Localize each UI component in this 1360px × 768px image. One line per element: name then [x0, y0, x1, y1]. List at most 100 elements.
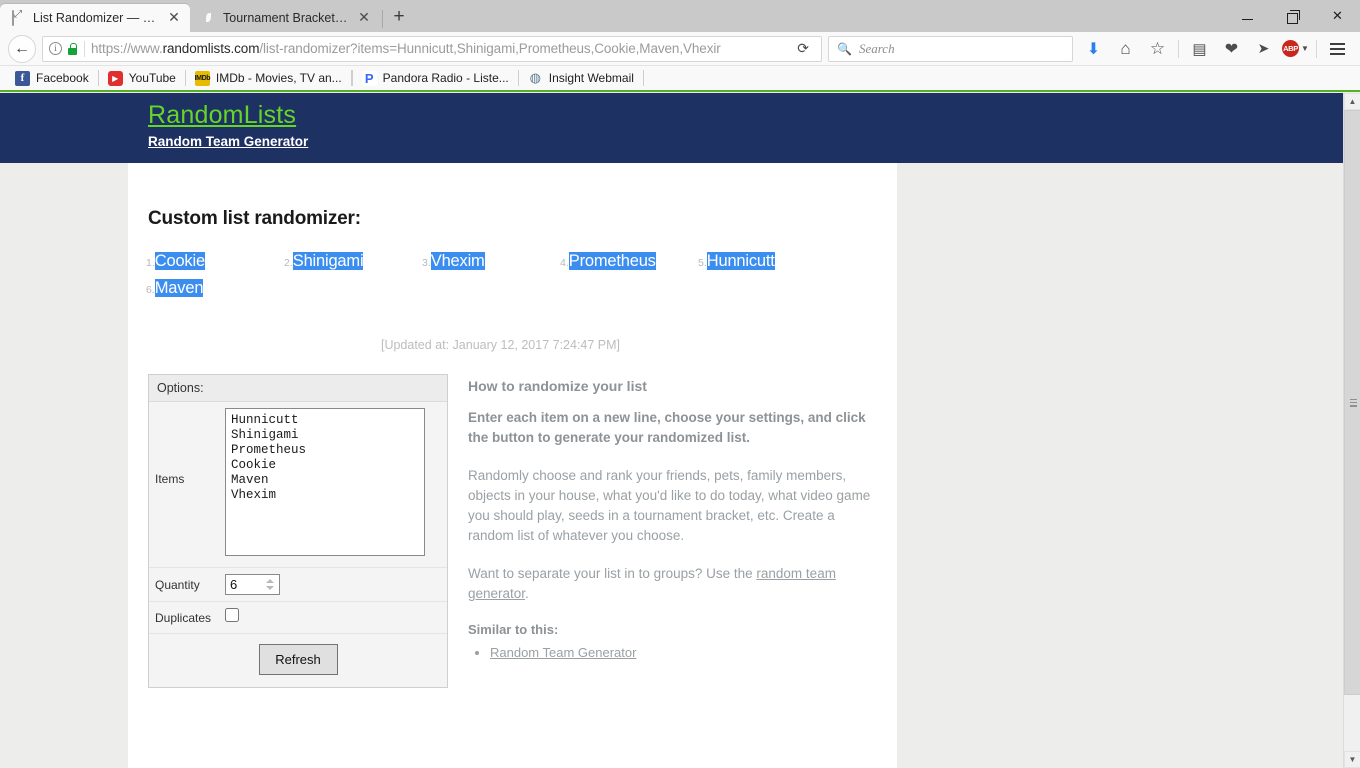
nav-random-team-generator[interactable]: Random Team Generator	[148, 134, 308, 149]
options-panel: Options: Items Hunnicutt Shinigami Prome…	[148, 374, 448, 688]
bookmark-label: IMDb - Movies, TV an...	[216, 71, 342, 85]
tab-title: Tournament Bracket Gene...	[223, 11, 349, 25]
back-button[interactable]: ←	[8, 35, 36, 63]
help-section: How to randomize your list Enter each it…	[468, 374, 880, 688]
page-scrollbar[interactable]: ▲ ▼	[1343, 93, 1360, 768]
facebook-icon: f	[15, 71, 30, 86]
tab-list-randomizer[interactable]: List Randomizer — Just pa... ✕	[0, 4, 190, 32]
result-number: 3.	[422, 257, 431, 269]
items-input[interactable]: Hunnicutt Shinigami Prometheus Cookie Ma…	[225, 408, 425, 556]
chevron-down-icon: ▼	[1301, 44, 1309, 53]
result-name: Hunnicutt	[707, 252, 775, 270]
browser-search-bar[interactable]: 🔍 Search	[828, 36, 1073, 62]
address-bar[interactable]: i https://www.randomlists.com/list-rando…	[42, 36, 822, 62]
results-row: 6.Maven	[146, 279, 868, 298]
menu-icon[interactable]	[1323, 35, 1352, 63]
bookmark-imdb[interactable]: IMDb IMDb - Movies, TV an...	[186, 67, 351, 89]
bookmark-label: Facebook	[36, 71, 89, 85]
updated-timestamp: [Updated at: January 12, 2017 7:24:47 PM…	[128, 338, 873, 352]
bookmark-pandora[interactable]: P Pandora Radio - Liste...	[353, 67, 518, 89]
library-icon[interactable]: ▤	[1185, 35, 1214, 63]
bookmark-youtube[interactable]: ▶ YouTube	[99, 67, 185, 89]
hamburger-glyph	[1330, 43, 1345, 55]
document-icon	[12, 11, 26, 25]
options-footer: Refresh	[149, 634, 447, 687]
duplicates-field	[225, 602, 239, 633]
page-info-icon[interactable]: i	[49, 42, 62, 55]
lower-section: Options: Items Hunnicutt Shinigami Prome…	[128, 352, 897, 688]
tab-close-icon[interactable]: ✕	[166, 10, 182, 26]
send-tab-icon[interactable]: ➤	[1249, 35, 1278, 63]
tab-divider	[382, 10, 383, 28]
pandora-icon: P	[362, 71, 377, 86]
help-groups-prefix: Want to separate your list in to groups?…	[468, 566, 756, 581]
adblock-plus-icon[interactable]: ABP ▼	[1281, 35, 1310, 63]
help-body: Randomly choose and rank your friends, p…	[468, 466, 880, 546]
toolbar-icons: ⬇ ⌂ ☆ ▤ ❤ ➤ ABP ▼	[1079, 35, 1352, 63]
tab-close-icon[interactable]: ✕	[356, 10, 372, 26]
options-row-quantity: Quantity	[149, 568, 447, 602]
url-text: https://www.randomlists.com/list-randomi…	[91, 41, 785, 56]
result-item: 5.Hunnicutt	[698, 252, 836, 271]
lock-icon	[67, 42, 78, 55]
similar-heading: Similar to this:	[468, 622, 880, 637]
site-identity[interactable]: i	[49, 42, 78, 55]
home-icon[interactable]: ⌂	[1111, 35, 1140, 63]
new-tab-button[interactable]: +	[385, 4, 413, 32]
options-header: Options:	[149, 375, 447, 402]
bookmark-star-icon[interactable]: ☆	[1143, 35, 1172, 63]
pocket-icon[interactable]: ❤	[1217, 35, 1246, 63]
download-icon[interactable]: ⬇	[1079, 35, 1108, 63]
tab-tournament-bracket[interactable]: Tournament Bracket Gene... ✕	[190, 4, 380, 32]
minimize-button[interactable]	[1225, 0, 1270, 32]
help-groups-suffix: .	[525, 586, 529, 601]
result-item: 3.Vhexim	[422, 252, 560, 271]
flame-icon	[202, 11, 216, 25]
bookmark-insight-webmail[interactable]: ◍ Insight Webmail	[519, 67, 643, 89]
duplicates-label: Duplicates	[149, 611, 225, 625]
result-number: 1.	[146, 257, 155, 269]
result-item: 2.Shinigami	[284, 252, 422, 271]
scroll-down-icon[interactable]: ▼	[1344, 751, 1360, 768]
youtube-icon: ▶	[108, 71, 123, 86]
browser-window: List Randomizer — Just pa... ✕ Tournamen…	[0, 0, 1360, 768]
duplicates-checkbox[interactable]	[225, 608, 239, 622]
help-lead: Enter each item on a new line, choose yo…	[468, 408, 880, 448]
bookmarks-toolbar: f Facebook ▶ YouTube IMDb IMDb - Movies,…	[0, 66, 1360, 92]
search-placeholder: Search	[859, 41, 895, 57]
search-icon: 🔍	[837, 42, 852, 56]
result-item: 6.Maven	[146, 279, 284, 298]
site-branding: RandomLists Random Team Generator	[148, 101, 308, 149]
toolbar-divider	[1316, 40, 1317, 58]
result-name: Cookie	[155, 252, 205, 270]
tab-strip: List Randomizer — Just pa... ✕ Tournamen…	[0, 0, 1360, 32]
options-row-duplicates: Duplicates	[149, 602, 447, 634]
result-name: Vhexim	[431, 252, 485, 270]
bookmark-facebook[interactable]: f Facebook	[6, 67, 98, 89]
scroll-up-icon[interactable]: ▲	[1344, 93, 1360, 110]
scrollbar-grip	[1350, 399, 1357, 407]
url-domain: randomlists.com	[163, 41, 260, 56]
toolbar-divider	[1178, 40, 1179, 58]
site-logo-link[interactable]: RandomLists	[148, 101, 296, 130]
scrollbar-thumb[interactable]	[1344, 110, 1360, 695]
navigation-toolbar: ← i https://www.randomlists.com/list-ran…	[0, 32, 1360, 66]
items-label: Items	[149, 402, 225, 486]
result-number: 6.	[146, 284, 155, 296]
quantity-stepper[interactable]	[266, 579, 277, 590]
result-name: Maven	[155, 279, 204, 297]
refresh-button[interactable]: Refresh	[259, 644, 338, 675]
url-path: /list-randomizer?items=Hunnicutt,Shiniga…	[259, 41, 720, 56]
quantity-label: Quantity	[149, 578, 225, 592]
result-number: 4.	[560, 257, 569, 269]
reload-icon[interactable]: ⟳	[791, 40, 815, 57]
page-content: Custom list randomizer: 1.Cookie 2.Shinig…	[128, 163, 897, 768]
similar-link-random-team-generator[interactable]: Random Team Generator	[490, 645, 636, 660]
bookmark-label: Insight Webmail	[549, 71, 634, 85]
quantity-field	[225, 568, 280, 601]
page-title: Custom list randomizer:	[128, 163, 897, 230]
url-prefix: https://www.	[91, 41, 163, 56]
close-window-button[interactable]: ✕	[1315, 0, 1360, 32]
maximize-restore-button[interactable]	[1270, 0, 1315, 32]
tab-title: List Randomizer — Just pa...	[33, 11, 159, 25]
